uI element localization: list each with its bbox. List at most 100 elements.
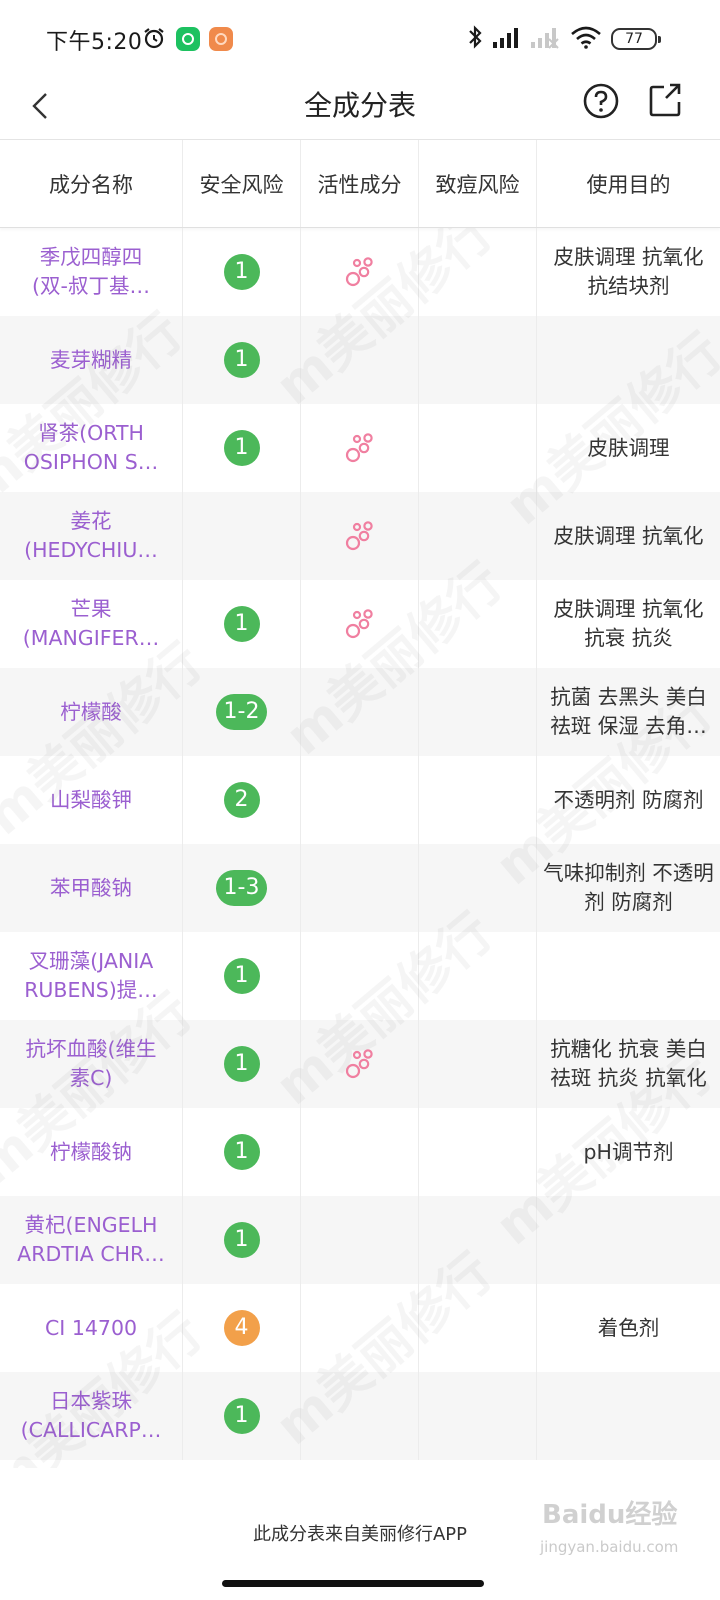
header-name: 成分名称 bbox=[0, 140, 183, 227]
cell-safety-risk: 1 bbox=[183, 932, 301, 1020]
cell-acne-risk bbox=[419, 1372, 537, 1460]
cell-purpose bbox=[537, 1372, 720, 1460]
cell-ingredient-name[interactable]: 芒果 (MANGIFER… bbox=[0, 580, 183, 668]
ingredient-name-line1: 抗坏血酸(维生 bbox=[25, 1037, 157, 1061]
cell-acne-risk bbox=[419, 1108, 537, 1196]
help-icon[interactable] bbox=[582, 82, 620, 120]
cell-purpose: 皮肤调理 抗氧化 抗衰 抗炎 bbox=[537, 580, 720, 668]
home-indicator[interactable] bbox=[222, 1580, 484, 1587]
cell-purpose: pH调节剂 bbox=[537, 1108, 720, 1196]
ingredient-name-line1: CI 14700 bbox=[44, 1315, 138, 1340]
cell-purpose: 着色剂 bbox=[537, 1284, 720, 1372]
back-chevron-icon[interactable] bbox=[28, 86, 52, 126]
cell-active-ingredient bbox=[301, 932, 419, 1020]
table-body: 季戊四醇四 (双-叔丁基… 1 皮肤调理 抗氧化 抗结块剂 麦芽糊精 1 肾茶(ORTH OSI… bbox=[0, 228, 720, 1460]
ingredient-name-line1: 柠檬酸钠 bbox=[50, 1139, 132, 1164]
table-row[interactable]: 姜花 (HEDYCHIU… 皮肤调理 抗氧化 bbox=[0, 492, 720, 580]
cell-active-ingredient bbox=[301, 316, 419, 404]
cell-ingredient-name[interactable]: 山梨酸钾 bbox=[0, 756, 183, 844]
table-row[interactable]: 麦芽糊精 1 bbox=[0, 316, 720, 404]
table-row[interactable]: 芒果 (MANGIFER… 1 皮肤调理 抗氧化 抗衰 抗炎 bbox=[0, 580, 720, 668]
active-ingredient-icon bbox=[345, 433, 373, 463]
message-app-icon bbox=[176, 27, 200, 51]
cell-safety-risk: 1 bbox=[183, 1020, 301, 1108]
table-row[interactable]: 日本紫珠 (CALLICARP… 1 bbox=[0, 1372, 720, 1460]
cell-safety-risk: 1 bbox=[183, 228, 301, 316]
cell-acne-risk bbox=[419, 492, 537, 580]
ingredient-name-line1: 山梨酸钾 bbox=[50, 787, 132, 812]
cell-ingredient-name[interactable]: 日本紫珠 (CALLICARP… bbox=[0, 1372, 183, 1460]
table-row[interactable]: 苯甲酸钠 1-3 气味抑制剂 不透明剂 防腐剂 bbox=[0, 844, 720, 932]
cell-safety-risk: 1-2 bbox=[183, 668, 301, 756]
purpose-line2: 抗衰 抗炎 bbox=[584, 626, 673, 650]
table-row[interactable]: 季戊四醇四 (双-叔丁基… 1 皮肤调理 抗氧化 抗结块剂 bbox=[0, 228, 720, 316]
table-row[interactable]: 肾茶(ORTH OSIPHON S… 1 皮肤调理 bbox=[0, 404, 720, 492]
cell-ingredient-name[interactable]: 柠檬酸 bbox=[0, 668, 183, 756]
cell-active-ingredient bbox=[301, 228, 419, 316]
notification-app-icon bbox=[209, 27, 233, 51]
cell-ingredient-name[interactable]: 季戊四醇四 (双-叔丁基… bbox=[0, 228, 183, 316]
safety-risk-badge: 1-3 bbox=[215, 870, 268, 906]
cell-ingredient-name[interactable]: 麦芽糊精 bbox=[0, 316, 183, 404]
cell-acne-risk bbox=[419, 228, 537, 316]
active-ingredient-icon bbox=[345, 1049, 373, 1079]
cell-active-ingredient bbox=[301, 844, 419, 932]
ingredient-name-line1: 姜花 bbox=[70, 509, 112, 533]
cell-ingredient-name[interactable]: 姜花 (HEDYCHIU… bbox=[0, 492, 183, 580]
cell-safety-risk: 2 bbox=[183, 756, 301, 844]
cell-ingredient-name[interactable]: 黄杞(ENGELH ARDTIA CHR… bbox=[0, 1196, 183, 1284]
cell-ingredient-name[interactable]: 肾茶(ORTH OSIPHON S… bbox=[0, 404, 183, 492]
table-row[interactable]: 黄杞(ENGELH ARDTIA CHR… 1 bbox=[0, 1196, 720, 1284]
table-row[interactable]: 山梨酸钾 2 不透明剂 防腐剂 bbox=[0, 756, 720, 844]
cell-ingredient-name[interactable]: 叉珊藻(JANIA RUBENS)提… bbox=[0, 932, 183, 1020]
ingredient-name-line2: (HEDYCHIU… bbox=[24, 538, 158, 562]
cell-active-ingredient bbox=[301, 756, 419, 844]
cell-active-ingredient bbox=[301, 668, 419, 756]
ingredient-name-line2: (双-叔丁基… bbox=[32, 274, 150, 298]
cell-ingredient-name[interactable]: 柠檬酸钠 bbox=[0, 1108, 183, 1196]
ingredient-name-line2: OSIPHON S… bbox=[23, 450, 159, 474]
cell-safety-risk: 1 bbox=[183, 1372, 301, 1460]
purpose-line1: 不透明剂 防腐剂 bbox=[553, 787, 704, 812]
active-ingredient-icon bbox=[345, 521, 373, 551]
cell-active-ingredient bbox=[301, 492, 419, 580]
safety-risk-badge: 1 bbox=[223, 1046, 260, 1082]
cell-purpose: 皮肤调理 bbox=[537, 404, 720, 492]
bluetooth-icon bbox=[469, 25, 482, 49]
purpose-line2: 抗结块剂 bbox=[587, 274, 670, 298]
cell-ingredient-name[interactable]: 苯甲酸钠 bbox=[0, 844, 183, 932]
cell-active-ingredient bbox=[301, 580, 419, 668]
table-row[interactable]: 抗坏血酸(维生 素C) 1 抗糖化 抗衰 美白 祛斑 抗炎 抗氧化 bbox=[0, 1020, 720, 1108]
purpose-line1: pH调节剂 bbox=[583, 1139, 674, 1164]
cell-purpose: 皮肤调理 抗氧化 抗结块剂 bbox=[537, 228, 720, 316]
table-row[interactable]: 柠檬酸 1-2 抗菌 去黑头 美白 祛斑 保湿 去角… bbox=[0, 668, 720, 756]
safety-risk-badge: 1 bbox=[223, 1134, 260, 1170]
cell-purpose: 气味抑制剂 不透明剂 防腐剂 bbox=[537, 844, 720, 932]
purpose-line1: 皮肤调理 抗氧化 bbox=[553, 597, 704, 621]
safety-risk-badge: 2 bbox=[223, 782, 260, 818]
cell-purpose bbox=[537, 1196, 720, 1284]
table-row[interactable]: 柠檬酸钠 1 pH调节剂 bbox=[0, 1108, 720, 1196]
share-icon[interactable] bbox=[648, 82, 682, 118]
cell-active-ingredient bbox=[301, 1108, 419, 1196]
cell-acne-risk bbox=[419, 932, 537, 1020]
ingredient-name-line2: 素C) bbox=[69, 1066, 113, 1090]
table-row[interactable]: 叉珊藻(JANIA RUBENS)提… 1 bbox=[0, 932, 720, 1020]
table-header: 成分名称 安全风险 活性成分 致痘风险 使用目的 bbox=[0, 140, 720, 228]
safety-risk-badge: 1 bbox=[223, 430, 260, 466]
cell-safety-risk: 4 bbox=[183, 1284, 301, 1372]
cell-safety-risk bbox=[183, 492, 301, 580]
cell-purpose: 抗糖化 抗衰 美白 祛斑 抗炎 抗氧化 bbox=[537, 1020, 720, 1108]
table-row[interactable]: CI 14700 4 着色剂 bbox=[0, 1284, 720, 1372]
purpose-line2: 祛斑 保湿 去角… bbox=[550, 714, 707, 738]
cell-ingredient-name[interactable]: CI 14700 bbox=[0, 1284, 183, 1372]
purpose-line1: 皮肤调理 抗氧化 bbox=[553, 245, 704, 269]
cell-ingredient-name[interactable]: 抗坏血酸(维生 素C) bbox=[0, 1020, 183, 1108]
ingredient-name-line1: 叉珊藻(JANIA bbox=[28, 949, 154, 973]
ingredient-name-line1: 日本紫珠 bbox=[49, 1389, 132, 1413]
cell-safety-risk: 1 bbox=[183, 1108, 301, 1196]
alarm-icon bbox=[144, 28, 164, 49]
safety-risk-badge: 1 bbox=[223, 1398, 260, 1434]
safety-risk-badge: 1 bbox=[223, 254, 260, 290]
signal-strength-2-icon bbox=[531, 28, 559, 49]
